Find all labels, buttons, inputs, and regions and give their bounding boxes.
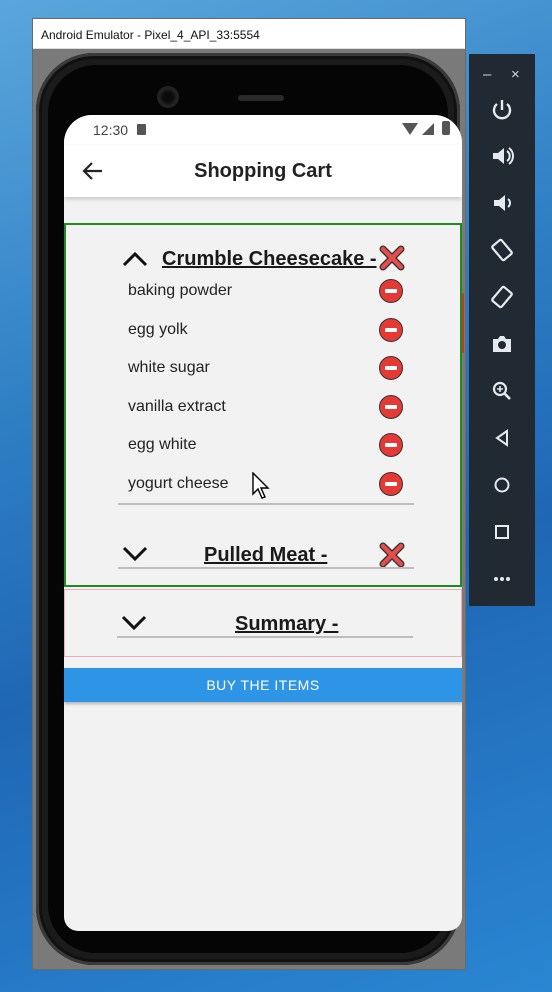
zoom-icon[interactable] [488,377,516,405]
remove-item-icon[interactable] [379,356,403,380]
remove-item-icon[interactable] [379,433,403,457]
ingredient-label: vanilla extract [128,398,226,415]
more-icon[interactable] [488,565,516,593]
volume-down-icon[interactable] [488,189,516,217]
phone-bezel: 12:30 Shopping Cart Crumble Cheesecake -… [48,65,462,953]
camera-icon[interactable] [488,330,516,358]
battery-icon [442,121,450,135]
front-camera [160,89,176,105]
summary-panel: Summary - [64,589,462,657]
ingredient-label: egg yolk [128,321,188,338]
remove-item-icon[interactable] [379,472,403,496]
remove-item-icon[interactable] [379,395,403,419]
ingredient-label: yogurt cheese [128,475,229,492]
phone-screen: 12:30 Shopping Cart Crumble Cheesecake -… [64,115,462,931]
emulator-toolbar: – × [469,54,535,606]
sd-card-icon [137,124,146,135]
list-item: egg yolk [128,318,408,342]
chevron-up-icon[interactable] [122,249,148,269]
window-titlebar[interactable]: Android Emulator - Pixel_4_API_33:5554 [33,19,465,49]
recipe-header-pulled-meat[interactable]: Pulled Meat - [118,539,414,569]
list-item: egg white [128,433,408,457]
section-divider [118,567,414,569]
cart-recipes-panel: Crumble Cheesecake - baking powder egg y… [64,223,462,587]
overview-icon[interactable] [488,518,516,546]
status-time: 12:30 [93,122,129,138]
emulator-window: Android Emulator - Pixel_4_API_33:5554 1… [32,18,466,970]
remove-recipe-icon[interactable] [378,244,406,272]
back-icon[interactable] [488,424,516,452]
recipe-title: Crumble Cheesecake - [162,248,377,270]
close-button[interactable]: × [511,66,520,83]
remove-recipe-icon[interactable] [378,541,406,569]
summary-title: Summary - [235,613,339,635]
mouse-cursor-icon [252,471,272,500]
list-item: white sugar [128,356,408,380]
remove-item-icon[interactable] [379,279,403,303]
volume-up-icon[interactable] [488,142,516,170]
section-divider [118,503,414,505]
earpiece-speaker [238,95,284,101]
wifi-icon [402,123,418,135]
rotate-right-icon[interactable] [488,283,516,311]
remove-item-icon[interactable] [379,318,403,342]
recipe-header-crumble-cheesecake[interactable]: Crumble Cheesecake - [118,245,414,275]
chevron-down-icon[interactable] [121,612,147,632]
recipe-title: Pulled Meat - [204,544,328,566]
section-divider [117,636,413,638]
buy-items-button[interactable]: BUY THE ITEMS [64,668,462,702]
signal-icon [422,123,434,135]
list-item: vanilla extract [128,395,408,419]
ingredient-label: baking powder [128,282,233,299]
window-title: Android Emulator - Pixel_4_API_33:5554 [41,28,260,42]
chevron-down-icon[interactable] [122,543,148,563]
power-icon[interactable] [488,96,516,124]
list-item: baking powder [128,279,408,303]
rotate-left-icon[interactable] [488,236,516,264]
page-title: Shopping Cart [194,160,332,182]
ingredient-label: egg white [128,436,197,453]
status-bar: 12:30 [64,115,462,145]
home-icon[interactable] [488,471,516,499]
minimize-button[interactable]: – [483,66,491,83]
app-bar: Shopping Cart [64,145,462,197]
ingredient-label: white sugar [128,359,210,376]
phone-frame: 12:30 Shopping Cart Crumble Cheesecake -… [36,53,464,965]
summary-header[interactable]: Summary - [117,608,413,638]
